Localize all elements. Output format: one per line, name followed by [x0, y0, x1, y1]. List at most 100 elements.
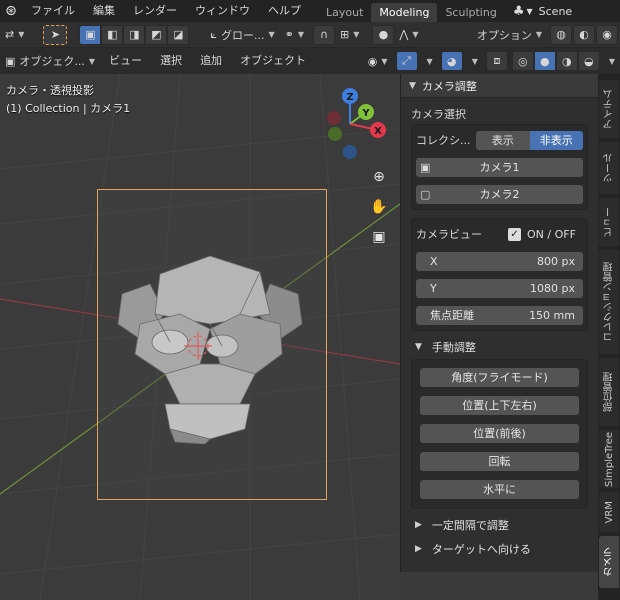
workspace-tab-layout[interactable]: Layout — [318, 3, 371, 22]
tab-label: アイテム — [603, 89, 615, 129]
collection-label: コレクシ... — [416, 134, 471, 147]
xray-icon: ⧈ — [493, 54, 501, 67]
tab-camera[interactable]: カメラ — [599, 536, 619, 588]
on-off-checkbox[interactable]: ✓ ON / OFF — [496, 227, 583, 241]
tab-label: カメラ — [603, 547, 615, 577]
manual-adjust-header[interactable]: ▼ 手動調整 — [401, 335, 598, 359]
shading-rendered-button[interactable]: ◒ — [577, 51, 600, 71]
transform-orientation-dropdown[interactable]: ⟀ グロー... ▼ — [205, 25, 279, 45]
pivot-point-dropdown[interactable]: ⚭ ▼ — [280, 25, 309, 45]
camera-adjust-header[interactable]: ▼ カメラ調整 — [401, 74, 598, 98]
y-axis-label: Y — [361, 108, 370, 119]
gizmo-dropdown[interactable]: ▼ — [418, 51, 438, 71]
tab-item[interactable]: アイテム — [599, 80, 619, 138]
tab-collection-manager[interactable]: コレクション管理 — [599, 250, 619, 354]
gizmo-toggle[interactable]: ⤢ — [395, 51, 418, 71]
select-extend-button[interactable]: ◧ — [101, 24, 124, 45]
chevron-down-icon: ▼ — [412, 30, 419, 39]
tab-view[interactable]: ビュー — [599, 198, 619, 246]
menu-object[interactable]: オブジェクト — [231, 50, 315, 72]
camera-view-label: カメラビュー — [416, 228, 482, 241]
shading-material-button[interactable]: ◑ — [555, 51, 578, 71]
target-header[interactable]: ▶ ターゲットへ向ける — [401, 537, 598, 561]
interval-adjust-header[interactable]: ▶ 一定間隔で調整 — [401, 513, 598, 537]
workspace-tab-sculpting[interactable]: Sculpting — [437, 3, 504, 22]
menu-edit[interactable]: 編集 — [84, 0, 124, 22]
camera2-label: カメラ2 — [479, 187, 520, 201]
menu-add[interactable]: 追加 — [191, 50, 231, 72]
mode-dropdown[interactable]: ▣ オブジェク... ▼ — [0, 51, 100, 71]
resolution-y-field[interactable]: Y 1080 px — [416, 278, 583, 298]
tab-simpletree[interactable]: SimpleTree — [599, 430, 619, 488]
menu-render[interactable]: レンダー — [124, 0, 186, 22]
manual-adjust-label: 手動調整 — [431, 341, 476, 354]
pan-hand-icon[interactable]: ✋ — [368, 196, 390, 218]
fly-mode-button[interactable]: 角度(フライモード) — [420, 368, 579, 387]
snap-toggle[interactable]: ∩ — [313, 24, 335, 45]
hide-button[interactable]: 非表示 — [529, 130, 583, 150]
proportional-falloff-dropdown[interactable]: ⋀ ▼ — [394, 25, 423, 45]
options-dropdown[interactable]: オプション ▼ — [472, 25, 547, 45]
level-button[interactable]: 水平に — [420, 480, 579, 499]
chevron-down-icon: ▼ — [268, 30, 275, 39]
overlay-toggle-3[interactable]: ◉ — [596, 24, 618, 45]
position-updown-button[interactable]: 位置(上下左右) — [420, 396, 579, 415]
field-focal-row: 焦点距離 150 mm — [416, 304, 583, 326]
overlay-toggle-1[interactable]: ◍ — [550, 24, 572, 45]
view-name: カメラ・透視投影 — [6, 84, 94, 97]
shading-wireframe-button[interactable]: ◎ — [511, 51, 534, 71]
menu-view[interactable]: ビュー — [100, 50, 151, 72]
visibility-dropdown[interactable]: ◉ ▼ — [363, 51, 393, 71]
menu-file[interactable]: ファイル — [22, 0, 84, 22]
proportional-edit-toggle[interactable]: ● — [372, 24, 395, 45]
focal-length-field[interactable]: 焦点距離 150 mm — [416, 305, 583, 325]
select-subtract-button[interactable]: ◨ — [123, 24, 146, 45]
rotate-button[interactable]: 回転 — [420, 452, 579, 471]
select-new-button[interactable]: ▣ — [79, 24, 102, 45]
select-intersect-button[interactable]: ◪ — [167, 24, 190, 45]
resolution-x-field[interactable]: X 800 px — [416, 251, 583, 271]
shading-dropdown[interactable]: ▼ — [600, 51, 620, 71]
tab-vrm[interactable]: VRM — [599, 492, 619, 532]
tab-label: 部位管理 — [603, 372, 615, 412]
workspace-tab-modeling[interactable]: Modeling — [371, 3, 438, 22]
zoom-icon[interactable]: ⊕ — [368, 166, 390, 188]
show-button[interactable]: 表示 — [476, 130, 530, 150]
3d-viewport[interactable]: カメラ・透視投影 (1) Collection | カメラ1 Z Y X ⊕ ✋… — [0, 74, 400, 600]
material-sphere-icon: ◑ — [562, 54, 572, 68]
camera2-button[interactable]: ▢ カメラ2 — [416, 184, 583, 204]
square-intersect-icon: ◪ — [173, 28, 184, 41]
xray-toggle[interactable]: ⧈ — [485, 51, 508, 71]
scene-selector[interactable]: ♣ ▼ Scene — [513, 0, 572, 22]
chevron-down-icon: ▼ — [409, 80, 416, 91]
menu-select[interactable]: 選択 — [151, 50, 191, 72]
field-value: 150 mm — [529, 308, 575, 322]
position-frontback-button[interactable]: 位置(前後) — [420, 424, 579, 443]
viewport-header: ▣ オブジェク... ▼ ビュー 選択 追加 オブジェクト ◉ ▼ ⤢ ▼ ◕ ▼… — [0, 48, 620, 74]
tab-tool[interactable]: ツール — [599, 142, 619, 194]
overlay-toggle-2[interactable]: ◐ — [573, 24, 595, 45]
chevron-down-icon: ▼ — [415, 342, 422, 352]
camera-select-box: コレクシ... 表示 非表示 ▣ カメラ1 ▢ カメラ2 — [411, 124, 588, 210]
overlays-dropdown[interactable]: ▼ — [463, 51, 483, 71]
select-invert-button[interactable]: ◩ — [145, 24, 168, 45]
menu-help[interactable]: ヘルプ — [259, 0, 310, 22]
tab-label: ツール — [603, 153, 615, 183]
menu-window[interactable]: ウィンドウ — [186, 0, 259, 22]
select-tool-button[interactable]: ➤ — [43, 24, 68, 45]
camera-view-icon[interactable]: ▣ — [368, 226, 390, 248]
camera-view-box: カメラビュー ✓ ON / OFF X 800 px Y 1080 px 焦点距… — [411, 218, 588, 331]
transform-pivot-dropdown[interactable]: ⇄ ▼ — [0, 25, 29, 45]
overlays-toggle[interactable]: ◕ — [440, 51, 463, 71]
shading-solid-button[interactable]: ● — [533, 51, 556, 71]
transform-orientation-label: グロー... — [220, 28, 265, 42]
camera-icon: ▢ — [420, 187, 431, 201]
snap-target-dropdown[interactable]: ⊞ ▼ — [335, 25, 364, 45]
navigation-gizmo[interactable]: Z Y X — [310, 82, 390, 172]
blender-logo-icon[interactable]: ⊛ — [0, 0, 22, 22]
snap-increment-icon: ⊞ — [340, 28, 350, 41]
suzanne-mesh[interactable] — [110, 254, 310, 444]
camera1-button[interactable]: ▣ カメラ1 — [416, 157, 583, 177]
on-off-label: ON / OFF — [527, 227, 576, 241]
tab-part-manager[interactable]: 部位管理 — [599, 358, 619, 426]
